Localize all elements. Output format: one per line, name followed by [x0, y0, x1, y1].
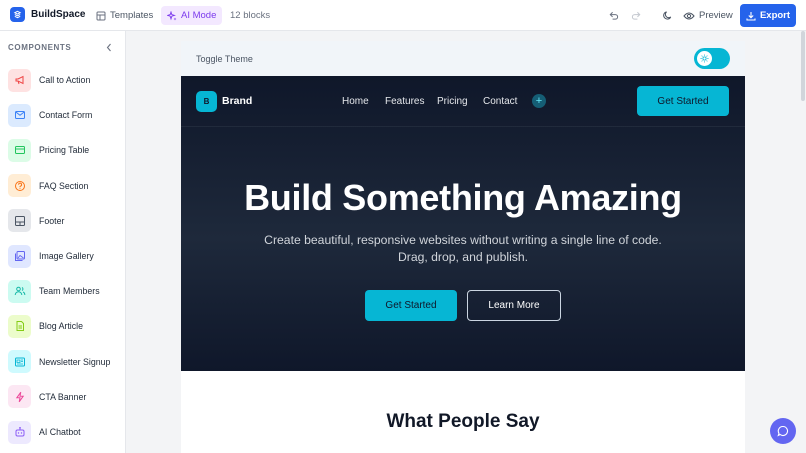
bot-icon — [8, 420, 31, 444]
collapse-sidebar-button[interactable] — [104, 41, 114, 53]
sidebar-item-label: Contact Form — [39, 110, 93, 121]
nav-link-pricing[interactable]: Pricing — [437, 96, 468, 107]
nav-link-home[interactable]: Home — [342, 96, 369, 107]
components-sidebar: COMPONENTS Call to Action Contact Form Pri… — [0, 31, 126, 453]
layout-icon — [96, 11, 106, 20]
sidebar-item-label: Footer — [39, 215, 65, 226]
ai-mode-button[interactable]: AI Mode — [161, 6, 223, 25]
dark-mode-button[interactable] — [660, 8, 674, 22]
scrollbar-thumb[interactable] — [801, 31, 805, 101]
sidebar-item-label: AI Chatbot — [39, 427, 81, 437]
sparkles-icon — [167, 10, 177, 20]
brand-logo: B — [196, 91, 217, 112]
sidebar-item-faq-section[interactable]: FAQ Section — [8, 174, 120, 198]
nav-link-features[interactable]: Features — [385, 96, 424, 107]
testimonials-title: What People Say — [386, 411, 540, 432]
undo-icon — [609, 11, 618, 20]
sidebar-item-cta-banner[interactable]: CTA Banner — [8, 385, 120, 409]
undo-button[interactable] — [606, 8, 620, 22]
users-icon — [8, 279, 31, 303]
redo-icon — [631, 11, 640, 20]
preview-button[interactable]: Preview — [683, 6, 733, 25]
templates-label: Templates — [110, 10, 154, 21]
sun-icon — [697, 51, 712, 66]
chat-bubble-icon — [777, 425, 789, 437]
add-nav-link-button[interactable]: + — [532, 94, 546, 108]
hero-navbar: B Brand Home Features Pricing Contact + … — [181, 76, 745, 127]
mail-icon — [8, 103, 31, 127]
sidebar-item-pricing-table[interactable]: Pricing Table — [8, 138, 120, 162]
document-icon — [8, 314, 31, 338]
templates-button[interactable]: Templates — [90, 6, 159, 25]
top-toolbar: BuildSpace Templates AI Mode 12 blocks P… — [0, 0, 806, 31]
hero-section[interactable]: B Brand Home Features Pricing Contact + … — [181, 76, 745, 371]
hero-learn-more-button[interactable]: Learn More — [467, 290, 561, 321]
toggle-theme-label: Toggle Theme — [196, 54, 253, 64]
hero-get-started-button[interactable]: Get Started — [365, 290, 457, 321]
sidebar-item-label: FAQ Section — [39, 180, 89, 191]
sidebar-item-label: Pricing Table — [39, 145, 90, 156]
sidebar-item-image-gallery[interactable]: Image Gallery — [8, 244, 120, 268]
megaphone-icon — [8, 68, 31, 92]
layout-icon — [8, 209, 31, 233]
sidebar-item-label: Team Members — [39, 286, 100, 297]
chevron-left-icon — [106, 43, 111, 51]
sidebar-item-label: Call to Action — [39, 75, 91, 85]
brand-name: Brand — [222, 95, 253, 107]
preview-label: Preview — [699, 10, 733, 21]
page-scrollbar[interactable] — [800, 31, 806, 453]
sidebar-item-label: Blog Article — [39, 321, 84, 332]
hero-subtitle: Create beautiful, responsive websites wi… — [181, 232, 745, 266]
newspaper-icon — [8, 350, 31, 374]
sidebar-item-label: Image Gallery — [39, 251, 94, 261]
sidebar-item-footer[interactable]: Footer — [8, 209, 120, 233]
sidebar-item-label: Newsletter Signup — [39, 356, 111, 367]
download-icon — [746, 11, 756, 21]
sidebar-item-blog-article[interactable]: Blog Article — [8, 314, 120, 338]
nav-get-started-button[interactable]: Get Started — [637, 86, 729, 116]
zap-icon — [8, 385, 31, 409]
hero-subtitle-line-1: Create beautiful, responsive websites wi… — [264, 233, 662, 247]
export-label: Export — [759, 10, 791, 21]
blocks-count: 12 blocks — [230, 10, 271, 21]
page-canvas: Toggle Theme B Brand Home Features Prici… — [181, 41, 745, 453]
app-logo-icon — [10, 7, 25, 22]
help-circle-icon — [8, 174, 31, 198]
theme-toggle-row: Toggle Theme — [181, 41, 745, 76]
card-icon — [8, 138, 31, 162]
hero-subtitle-line-2: Drag, drop, and publish. — [397, 250, 529, 264]
ai-mode-label: AI Mode — [181, 10, 217, 21]
moon-icon — [662, 10, 671, 20]
sidebar-item-label: CTA Banner — [39, 391, 87, 402]
sidebar-item-newsletter-signup[interactable]: Newsletter Signup — [8, 350, 120, 374]
hero-title: Build Something Amazing — [244, 177, 682, 218]
images-icon — [8, 244, 31, 268]
sidebar-item-team-members[interactable]: Team Members — [8, 279, 120, 303]
sidebar-item-ai-chatbot[interactable]: AI Chatbot — [8, 420, 120, 444]
export-button[interactable]: Export — [740, 4, 796, 27]
sidebar-item-contact-form[interactable]: Contact Form — [8, 103, 120, 127]
nav-link-contact[interactable]: Contact — [483, 96, 517, 107]
theme-toggle-switch[interactable] — [694, 48, 730, 69]
sidebar-item-call-to-action[interactable]: Call to Action — [8, 68, 120, 92]
redo-button[interactable] — [629, 8, 643, 22]
eye-icon — [683, 12, 695, 19]
chat-button[interactable] — [770, 418, 796, 444]
app-name: BuildSpace — [31, 9, 86, 20]
sidebar-heading: COMPONENTS — [8, 43, 72, 52]
